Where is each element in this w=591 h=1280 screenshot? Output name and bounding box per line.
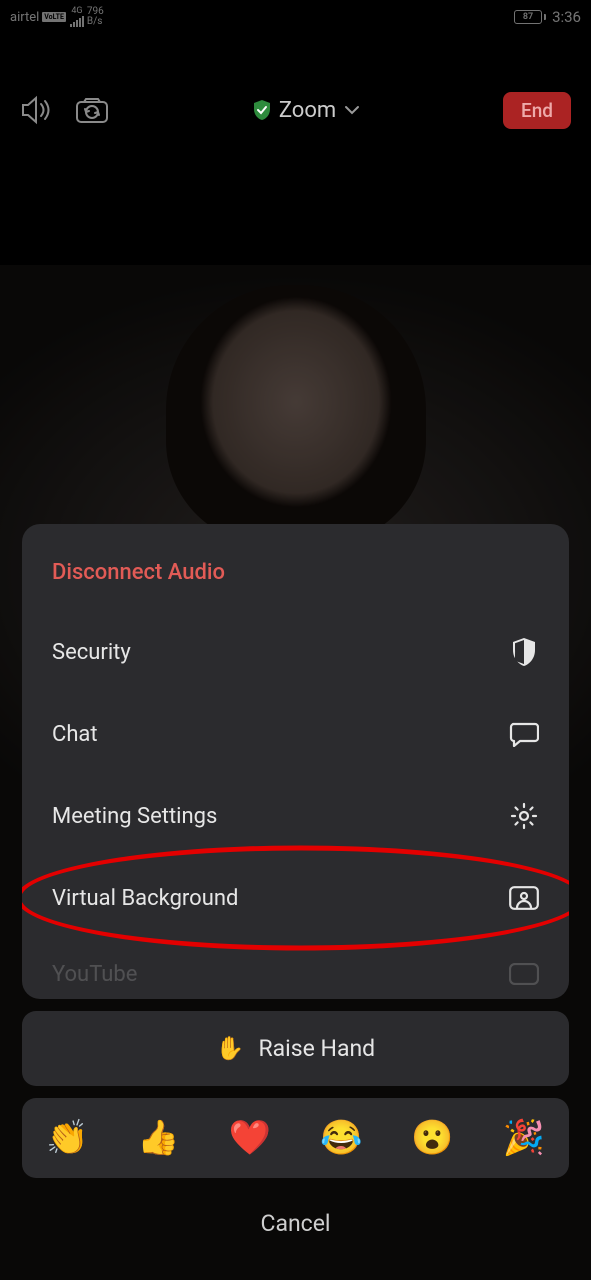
- menu-item-youtube[interactable]: YouTube: [22, 939, 569, 989]
- menu-item-virtual-background[interactable]: Virtual Background: [22, 857, 569, 939]
- youtube-icon: [509, 959, 539, 989]
- menu-item-label: YouTube: [52, 962, 137, 987]
- reaction-thumbs-up[interactable]: 👍: [137, 1118, 179, 1158]
- reaction-joy[interactable]: 😂: [320, 1118, 362, 1158]
- chat-bubble-icon: [509, 719, 539, 749]
- menu-item-chat[interactable]: Chat: [22, 693, 569, 775]
- menu-item-meeting-settings[interactable]: Meeting Settings: [22, 775, 569, 857]
- top-controls: Zoom End: [0, 30, 591, 150]
- cancel-label: Cancel: [260, 1210, 330, 1237]
- meeting-title: Zoom: [279, 98, 336, 123]
- menu-list: Disconnect Audio Security Chat Meeting S…: [22, 524, 569, 999]
- menu-item-disconnect-audio[interactable]: Disconnect Audio: [22, 534, 569, 611]
- title-area[interactable]: Zoom: [253, 98, 360, 123]
- raise-hand-button[interactable]: ✋ Raise Hand: [22, 1011, 569, 1086]
- reaction-heart[interactable]: ❤️: [229, 1118, 271, 1158]
- menu-item-label: Meeting Settings: [52, 804, 217, 829]
- reaction-tada[interactable]: 🎉: [503, 1118, 545, 1158]
- shield-icon: [509, 637, 539, 667]
- menu-item-label: Disconnect Audio: [52, 560, 225, 585]
- raised-hand-icon: ✋: [216, 1035, 245, 1062]
- more-menu-sheet: Disconnect Audio Security Chat Meeting S…: [22, 524, 569, 1265]
- end-button-label: End: [521, 99, 553, 122]
- reaction-clap[interactable]: 👏: [46, 1118, 88, 1158]
- menu-item-label: Chat: [52, 722, 98, 747]
- speaker-icon[interactable]: [20, 95, 54, 125]
- switch-camera-icon[interactable]: [74, 95, 110, 125]
- chevron-down-icon: [344, 105, 360, 115]
- menu-item-label: Virtual Background: [52, 886, 238, 911]
- reaction-open-mouth[interactable]: 😮: [411, 1118, 453, 1158]
- menu-item-label: Security: [52, 640, 131, 665]
- raise-hand-label: Raise Hand: [259, 1035, 376, 1062]
- reactions-bar: 👏 👍 ❤️ 😂 😮 🎉: [22, 1098, 569, 1178]
- encryption-shield-icon: [253, 100, 271, 120]
- cancel-button[interactable]: Cancel: [22, 1190, 569, 1265]
- gear-icon: [509, 801, 539, 831]
- end-button[interactable]: End: [503, 92, 571, 129]
- virtual-background-icon: [509, 883, 539, 913]
- menu-item-security[interactable]: Security: [22, 611, 569, 693]
